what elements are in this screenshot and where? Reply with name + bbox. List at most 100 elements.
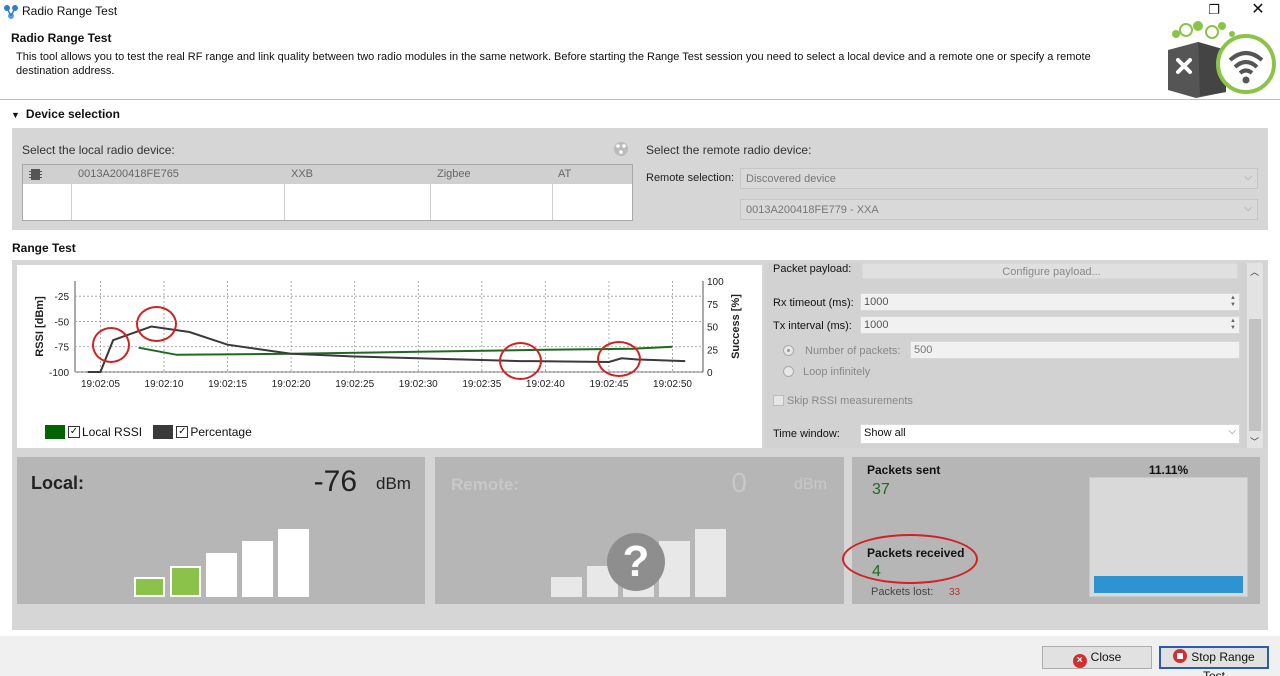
remote-selection-value: Discovered device [746, 173, 836, 185]
page-title: Radio Range Test [11, 31, 112, 45]
collapse-triangle-icon: ▼ [11, 110, 20, 120]
rx-timeout-value: 1000 [864, 296, 889, 308]
y-tick-label: -50 [55, 317, 70, 328]
remote-rssi-unit: dBm [794, 476, 827, 493]
column-divider [284, 165, 285, 220]
legend-checkbox-rssi[interactable]: ✓ [68, 425, 80, 438]
radio-module-icon [29, 169, 42, 180]
x-tick-label: 19:02:10 [145, 379, 184, 390]
column-divider [552, 165, 553, 220]
number-of-packets-input[interactable]: 500 [910, 341, 1240, 359]
spinner-icon[interactable]: ▲ ▼ [1230, 295, 1236, 309]
chevron-down-icon: ⌵ [1244, 203, 1252, 214]
stop-range-test-button[interactable]: Stop Range Test [1159, 646, 1269, 676]
local-device-mode: AT [558, 168, 572, 180]
packets-received-label: Packets received [867, 546, 965, 560]
x-tick-label: 19:02:50 [653, 379, 692, 390]
y-tick-label: -100 [49, 368, 69, 379]
discover-devices-icon[interactable] [613, 141, 629, 157]
skip-rssi-label: Skip RSSI measurements [787, 395, 913, 407]
y-axis-label: RSSI [dBm] [34, 296, 46, 357]
local-device-label: Select the local radio device: [22, 143, 175, 157]
remote-signal-label: Remote: [451, 475, 520, 494]
success-progress-fill [1094, 576, 1243, 593]
time-window-dropdown[interactable]: Show all ⌵ [860, 424, 1240, 444]
local-signal-label: Local: [31, 473, 85, 493]
number-of-packets-label: Number of packets: [805, 345, 901, 357]
signal-bar [170, 566, 201, 597]
settings-scrollbar[interactable]: ︿ ﹀ [1247, 263, 1263, 448]
rssi-chart: -25 -50 -75 -100 100 75 50 25 0 19:02:05 19:02:10 1… [34, 277, 742, 390]
local-device-address: 0013A200418FE765 [78, 168, 179, 180]
title-bar [0, 0, 1280, 22]
packets-sent-value: 37 [872, 481, 890, 498]
local-device-row[interactable]: 0013A200418FE765 XXB Zigbee AT [23, 165, 632, 184]
scroll-down-icon[interactable]: ﹀ [1250, 435, 1259, 448]
packets-lost-label: Packets lost: [871, 586, 934, 598]
remote-selection-dropdown[interactable]: Discovered device ⌵ [740, 168, 1258, 189]
legend-label-rssi: Local RSSI [82, 424, 143, 439]
x-tick-label: 19:02:40 [526, 379, 565, 390]
x-tick-label: 19:02:15 [208, 379, 247, 390]
rx-timeout-input[interactable]: 1000 ▲ ▼ [860, 293, 1240, 311]
chevron-down-icon: ⌵ [1244, 172, 1252, 183]
legend-swatch-rssi [45, 424, 65, 439]
y2-tick-label: 75 [707, 300, 719, 311]
time-window-value: Show all [864, 427, 906, 439]
range-test-label: Range Test [12, 241, 76, 255]
page-description: This tool allows you to test the real RF… [16, 51, 1091, 77]
chart-legend: ✓ Local RSSI ✓ Percentage [45, 424, 260, 439]
range-test-settings: Packet payload: Configure payload... Rx … [765, 263, 1265, 448]
close-button-label: Close [1090, 650, 1122, 664]
time-window-label: Time window: [773, 428, 840, 440]
local-signal-bars [134, 529, 309, 597]
local-device-protocol: XXB [291, 168, 314, 180]
column-divider [430, 165, 431, 220]
legend-swatch-percentage [153, 424, 174, 439]
device-selection-toggle[interactable]: ▼ Device selection [11, 107, 120, 121]
skip-rssi-checkbox[interactable] [773, 395, 784, 406]
number-of-packets-radio[interactable] [783, 345, 794, 356]
x-tick-label: 19:02:35 [462, 379, 501, 390]
tx-interval-input[interactable]: 1000 ▲ ▼ [860, 316, 1240, 334]
local-device-stack: Zigbee [437, 168, 471, 180]
range-test-logo-icon [1168, 21, 1276, 98]
local-device-table: 0013A200418FE765 XXB Zigbee AT [22, 164, 633, 221]
device-selection-label: Device selection [25, 107, 120, 121]
remote-device-dropdown[interactable]: 0013A200418FE779 - XXA ⌵ [740, 199, 1258, 220]
series-line-local-rssi [138, 345, 673, 356]
signal-bar [695, 529, 726, 597]
rx-timeout-label: Rx timeout (ms): [773, 297, 854, 309]
legend-label-percentage: Percentage [190, 424, 252, 439]
remote-rssi-value: 0 [731, 467, 747, 498]
packets-lost-value: 33 [949, 587, 961, 598]
spinner-icon[interactable]: ▲ ▼ [1230, 318, 1236, 332]
x-tick-label: 19:02:25 [335, 379, 374, 390]
legend-checkbox-percentage[interactable]: ✓ [176, 425, 189, 438]
packets-sent-label: Packets sent [867, 463, 941, 477]
tx-interval-label: Tx interval (ms): [773, 320, 852, 332]
restore-window-button[interactable]: ❐ [1196, 0, 1232, 22]
remote-selection-label: Remote selection: [646, 172, 735, 184]
loop-infinitely-radio[interactable] [783, 366, 794, 377]
local-rssi-unit: dBm [376, 474, 411, 493]
y-tick-label: -75 [55, 343, 70, 354]
signal-bar [206, 553, 237, 597]
close-button[interactable]: × Close [1042, 646, 1152, 669]
column-divider [71, 165, 72, 220]
scroll-up-icon[interactable]: ︿ [1250, 265, 1259, 278]
y-tick-label: -25 [55, 292, 70, 303]
configure-payload-button[interactable]: Configure payload... [862, 263, 1238, 279]
window-title: Radio Range Test [22, 4, 118, 18]
x-tick-label: 19:02:20 [272, 379, 311, 390]
close-circle-icon: × [1072, 654, 1087, 668]
header-divider [0, 99, 1280, 100]
remote-signal-panel: Remote: 0 dBm ? [435, 457, 844, 604]
y2-tick-label: 25 [707, 345, 719, 356]
close-window-button[interactable]: ✕ [1240, 0, 1276, 22]
loop-infinitely-label: Loop infinitely [803, 366, 871, 378]
x-tick-label: 19:02:05 [81, 379, 120, 390]
scrollbar-thumb[interactable] [1249, 319, 1261, 431]
signal-bar [242, 541, 273, 597]
signal-bar [551, 577, 582, 597]
